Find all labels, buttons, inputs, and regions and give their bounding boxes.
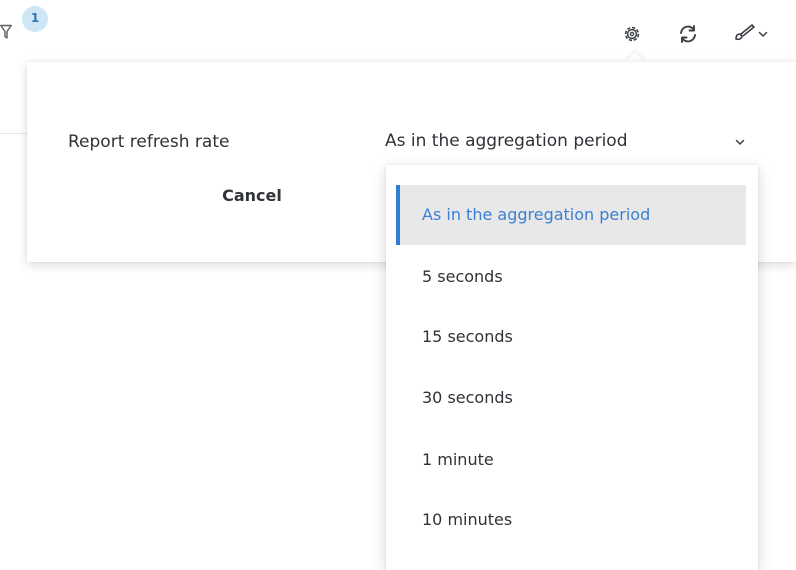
filter-count-badge: 1 [22,6,48,32]
dropdown-option-aggregation-period[interactable]: As in the aggregation period [396,185,746,245]
brush-menu-button[interactable] [728,22,774,46]
chevron-down-icon [757,25,769,44]
refresh-rate-select[interactable]: As in the aggregation period [385,128,747,158]
dropdown-option-5-seconds[interactable]: 5 seconds [386,247,758,307]
chevron-down-icon [733,134,747,148]
dropdown-option-30-seconds[interactable]: 30 seconds [386,368,758,428]
report-toolbar: 1 [0,0,796,70]
filter-icon[interactable] [0,24,12,40]
dropdown-option-10-minutes[interactable]: 10 minutes [386,490,758,550]
refresh-rate-selected-value: As in the aggregation period [385,131,628,151]
dropdown-option-15-seconds[interactable]: 15 seconds [386,307,758,367]
cancel-button[interactable]: Cancel [187,180,317,210]
refresh-rate-label: Report refresh rate [68,132,230,152]
dropdown-option-1-minute[interactable]: 1 minute [386,430,758,490]
gear-icon[interactable] [620,22,644,46]
refresh-icon[interactable] [675,22,701,46]
refresh-rate-dropdown: As in the aggregation period 5 seconds 1… [386,165,758,570]
brush-icon [733,22,757,46]
